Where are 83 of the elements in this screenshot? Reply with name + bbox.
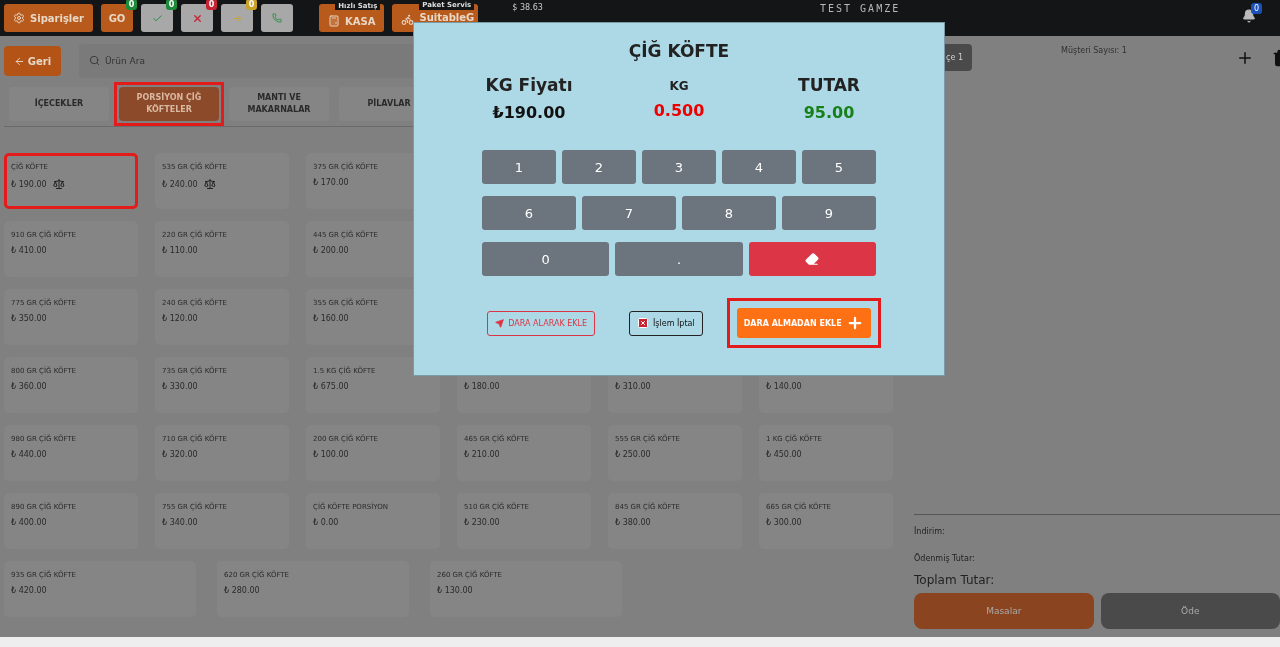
cancel-button[interactable]: İşlem İptal — [629, 310, 703, 336]
count-badge: 0 — [246, 0, 257, 10]
register-icon — [328, 15, 340, 27]
add-without-tare-button[interactable]: DARA ALMADAN EKLE — [736, 308, 871, 338]
back-button[interactable]: Geri — [4, 46, 61, 76]
eraser-icon — [805, 252, 820, 266]
product-price: ₺ 410.00 — [11, 246, 47, 255]
count-badge: 0 — [206, 0, 217, 10]
arrow-left-icon — [13, 55, 25, 67]
keypad-key[interactable]: 2 — [562, 150, 636, 184]
product-price: ₺ 320.00 — [162, 450, 198, 459]
bell-icon[interactable] — [1242, 9, 1256, 23]
discount-label: İndirim: — [914, 527, 946, 536]
keypad-key[interactable]: 7 — [582, 196, 676, 230]
product-price: ₺ 200.00 — [313, 246, 349, 255]
product-price: ₺ 160.00 — [313, 314, 349, 323]
product-price: ₺ 310.00 — [615, 382, 651, 391]
product-price: ₺ 100.00 — [313, 450, 349, 459]
balance-text: $ 38.63 — [512, 3, 543, 12]
product-price: ₺ 450.00 — [766, 450, 802, 459]
keypad-key[interactable]: 3 — [642, 150, 716, 184]
product-price: ₺ 120.00 — [162, 314, 198, 323]
keypad-key[interactable]: 6 — [482, 196, 576, 230]
product-price: ₺ 190.00 — [11, 179, 47, 189]
field-value: ₺190.00 — [492, 103, 566, 122]
field-value: 0.500 — [653, 101, 705, 120]
field-label: KG — [669, 79, 689, 93]
product-price: ₺ 180.00 — [464, 382, 500, 391]
customer-count: Müşteri Sayısı: 1 — [1061, 46, 1128, 55]
product-price: ₺ 170.00 — [313, 178, 349, 187]
motorbike-icon — [401, 13, 415, 26]
product-price: ₺ 130.00 — [437, 586, 473, 595]
product-price: ₺ 110.00 — [162, 246, 198, 255]
settings-icon — [13, 12, 25, 24]
dialog-title: ÇİĞ KÖFTE — [628, 41, 730, 61]
keypad-key[interactable]: 8 — [682, 196, 776, 230]
product-price: ₺ 0.00 — [313, 518, 339, 527]
send-icon — [495, 318, 505, 328]
keypad-key[interactable]: 1 — [482, 150, 556, 184]
total-amount-label: Toplam Tutar: — [914, 573, 996, 587]
category-tab[interactable]: İÇECEKLER — [9, 87, 109, 121]
product-price: ₺ 240.00 — [162, 179, 198, 189]
arrow-right-icon — [231, 12, 243, 24]
product-price: ₺ 440.00 — [11, 450, 47, 459]
product-price: ₺ 400.00 — [11, 518, 47, 527]
pay-button[interactable]: Öde — [1100, 593, 1280, 629]
notification-badge: 0 — [1251, 3, 1262, 14]
search-icon — [89, 55, 100, 66]
keypad-key[interactable]: 5 — [802, 150, 876, 184]
product-price: ₺ 380.00 — [615, 518, 651, 527]
keypad-key[interactable]: 4 — [722, 150, 796, 184]
close-icon — [637, 317, 649, 329]
product-price: ₺ 280.00 — [224, 586, 260, 595]
count-badge: 0 — [126, 0, 137, 10]
product-price: ₺ 360.00 — [11, 382, 47, 391]
orders-button[interactable]: Siparişler — [4, 4, 93, 32]
field-value: 95.00 — [803, 103, 855, 122]
field-label: TUTAR — [798, 75, 860, 95]
phone-icon — [272, 13, 282, 23]
product-price: ₺ 340.00 — [162, 518, 198, 527]
add-with-tare-button[interactable]: DARA ALARAK EKLE — [487, 310, 595, 336]
category-tab[interactable]: MANTI VE MAKARNALAR — [229, 87, 329, 121]
check-icon — [151, 12, 163, 24]
product-price: ₺ 250.00 — [615, 450, 651, 459]
product-price: ₺ 210.00 — [464, 450, 500, 459]
count-badge: 0 — [166, 0, 177, 10]
keypad-key[interactable]: . — [615, 242, 743, 276]
paid-amount-label: Ödenmiş Tutar: — [914, 554, 976, 563]
field-label: KG Fiyatı — [485, 75, 573, 95]
tables-button[interactable]: Masalar — [914, 593, 1094, 629]
window-title: TEST GAMZE — [820, 3, 901, 14]
product-price: ₺ 140.00 — [766, 382, 802, 391]
product-price: ₺ 330.00 — [162, 382, 198, 391]
product-price: ₺ 420.00 — [11, 586, 47, 595]
close-icon — [191, 12, 203, 24]
product-price: ₺ 230.00 — [464, 518, 500, 527]
keypad-key[interactable]: 9 — [782, 196, 876, 230]
product-price: ₺ 350.00 — [11, 314, 47, 323]
product-price: ₺ 675.00 — [313, 382, 349, 391]
category-tab[interactable]: PORSİYON ÇİĞ KÖFTELER — [119, 87, 219, 121]
product-price: ₺ 300.00 — [766, 518, 802, 527]
erase-key[interactable] — [748, 242, 876, 276]
keypad-key[interactable]: 0 — [482, 242, 610, 276]
